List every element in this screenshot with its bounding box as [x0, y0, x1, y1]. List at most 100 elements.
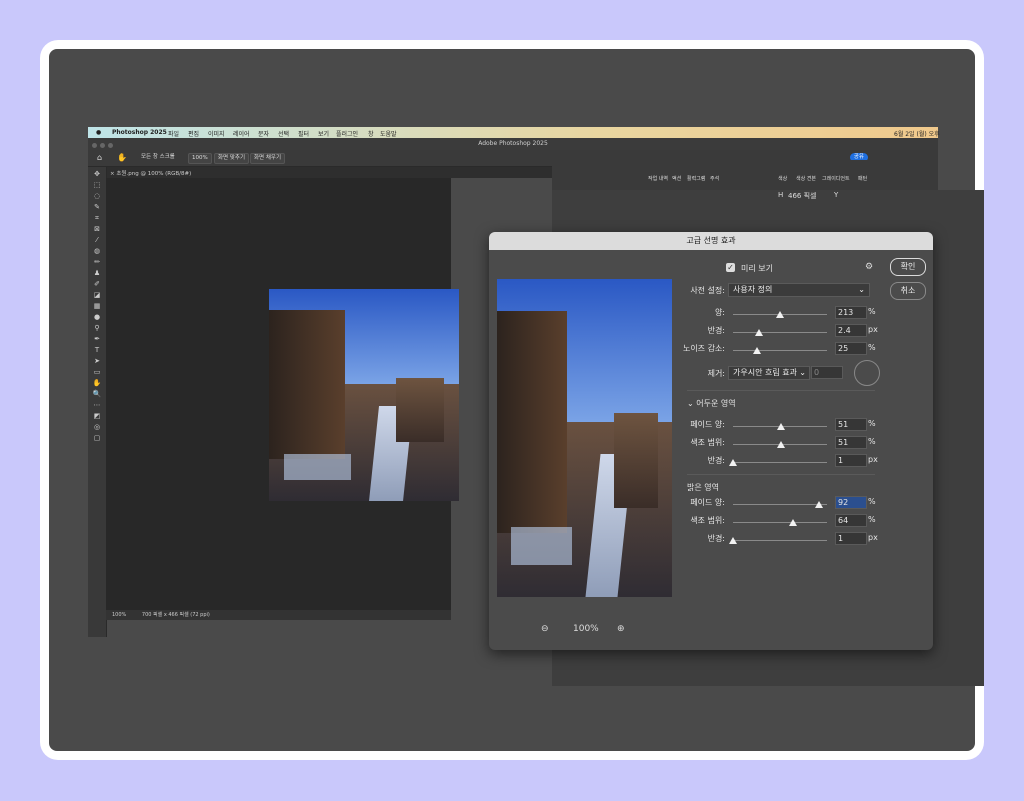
slider-thumb[interactable] — [752, 347, 761, 354]
slider-thumb[interactable] — [789, 519, 798, 526]
eraser-tool-icon[interactable]: ◪ — [92, 292, 102, 299]
preset-select[interactable]: 사용자 정의 ⌄ — [728, 283, 870, 297]
move-tool-icon[interactable]: ✥ — [92, 171, 102, 178]
highlights-fade-label: 페이드 양: — [690, 498, 725, 507]
fit-screen-button[interactable]: 화면 맞추기 — [214, 153, 250, 164]
menu-select[interactable]: 선택 — [278, 129, 289, 138]
remove-select[interactable]: 가우시안 흐림 효과 ⌄ — [728, 366, 810, 380]
shadows-radius-slider[interactable] — [729, 459, 827, 466]
remove-label: 제거: — [707, 369, 725, 378]
menu-help[interactable]: 도움말 — [380, 129, 397, 138]
hand-icon[interactable]: ✋ — [114, 153, 130, 162]
apple-icon[interactable]: ● — [96, 129, 101, 136]
tab-color[interactable]: 색상 — [778, 175, 787, 182]
status-zoom[interactable]: 100% — [112, 612, 126, 618]
menu-app[interactable]: Photoshop 2025 — [112, 129, 167, 136]
scroll-all-windows-checkbox[interactable]: 모든 창 스크롤 — [138, 153, 178, 162]
tab-gradients[interactable]: 그레이디언트 — [822, 175, 850, 182]
eyedropper-tool-icon[interactable]: ⁄ — [92, 237, 102, 244]
history-brush-icon[interactable]: ✐ — [92, 281, 102, 288]
angle-field[interactable]: 0 — [811, 366, 843, 379]
prop-h-value[interactable]: 466 픽셀 — [788, 191, 816, 201]
gradient-tool-icon[interactable]: ▦ — [92, 303, 102, 310]
stamp-tool-icon[interactable]: ♟ — [92, 270, 102, 277]
shadows-tonal-field[interactable]: 51 — [835, 436, 867, 449]
radius-field[interactable]: 2.4 — [835, 324, 867, 337]
highlights-title[interactable]: 밝은 영역 — [687, 482, 719, 493]
shadows-toggle[interactable]: ⌄ 어두운 영역 — [687, 398, 736, 409]
preview-image[interactable] — [497, 279, 672, 597]
menu-view[interactable]: 보기 — [318, 129, 329, 138]
more-tools-icon[interactable]: ⋯ — [92, 402, 102, 409]
highlights-radius-slider[interactable] — [729, 537, 827, 544]
document-tab[interactable]: × 초원.png @ 100% (RGB/8#) — [110, 169, 191, 177]
tab-history[interactable]: 작업 내역 — [648, 175, 668, 182]
highlights-tonal-slider[interactable] — [733, 519, 827, 526]
slider-thumb[interactable] — [776, 423, 785, 430]
cancel-button[interactable]: 취소 — [890, 282, 926, 300]
shape-tool-icon[interactable]: ▭ — [92, 369, 102, 376]
amount-field[interactable]: 213 — [835, 306, 867, 319]
amount-slider[interactable] — [733, 311, 827, 318]
screen-mode-icon[interactable]: ▢ — [92, 435, 102, 442]
highlights-radius-field[interactable]: 1 — [835, 532, 867, 545]
shadows-fade-field[interactable]: 51 — [835, 418, 867, 431]
canvas-area[interactable] — [106, 178, 459, 610]
hand-tool-icon[interactable]: ✋ — [92, 380, 102, 387]
menu-window[interactable]: 창 — [368, 129, 374, 138]
tab-notes[interactable]: 주석 — [710, 175, 719, 182]
preview-checkbox[interactable]: ✓ — [726, 263, 735, 272]
noise-field[interactable]: 25 — [835, 342, 867, 355]
healing-tool-icon[interactable]: ◍ — [92, 248, 102, 255]
zoom-in-icon[interactable]: ⊕ — [617, 624, 625, 634]
slider-thumb[interactable] — [776, 311, 784, 318]
crop-tool-icon[interactable]: ⌗ — [92, 215, 102, 222]
blur-tool-icon[interactable]: ● — [92, 314, 102, 321]
gear-icon[interactable]: ⚙ — [865, 262, 873, 272]
shadows-fade-unit: % — [868, 419, 876, 428]
tab-actions[interactable]: 액션 — [672, 175, 681, 182]
fill-screen-button[interactable]: 화면 채우기 — [250, 153, 286, 164]
menu-image[interactable]: 이미지 — [208, 129, 225, 138]
type-tool-icon[interactable]: T — [92, 347, 102, 354]
menu-type[interactable]: 문자 — [258, 129, 269, 138]
menu-layer[interactable]: 레이어 — [233, 129, 250, 138]
angle-dial[interactable] — [854, 360, 880, 386]
slider-thumb[interactable] — [729, 459, 737, 466]
ok-button[interactable]: 확인 — [890, 258, 926, 276]
panel-tab-strip: 작업 내역 액션 활력그램 주석 색상 색상 견본 그레이디언트 패턴 H 46… — [552, 160, 938, 200]
highlights-tonal-field[interactable]: 64 — [835, 514, 867, 527]
color-swatch-icon[interactable]: ◩ — [92, 413, 102, 420]
home-icon[interactable]: ⌂ — [94, 153, 105, 162]
menu-edit[interactable]: 편집 — [188, 129, 199, 138]
shadows-radius-field[interactable]: 1 — [835, 454, 867, 467]
menu-plugins[interactable]: 플러그인 — [336, 129, 358, 138]
dodge-tool-icon[interactable]: ⚲ — [92, 325, 102, 332]
noise-slider[interactable] — [733, 347, 827, 354]
slider-thumb[interactable] — [755, 329, 764, 336]
tab-patterns[interactable]: 패턴 — [858, 175, 867, 182]
slider-thumb[interactable] — [776, 441, 785, 448]
zoom-out-icon[interactable]: ⊖ — [541, 624, 549, 634]
highlights-fade-slider[interactable] — [733, 501, 827, 508]
quick-select-tool-icon[interactable]: ✎ — [92, 204, 102, 211]
path-select-tool-icon[interactable]: ➤ — [92, 358, 102, 365]
quick-mask-icon[interactable]: ◎ — [92, 424, 102, 431]
tab-swatches[interactable]: 색상 견본 — [796, 175, 816, 182]
radius-slider[interactable] — [733, 329, 827, 336]
menu-filter[interactable]: 필터 — [298, 129, 309, 138]
zoom-field[interactable]: 100% — [188, 153, 212, 164]
pen-tool-icon[interactable]: ✒ — [92, 336, 102, 343]
shadows-tonal-slider[interactable] — [733, 441, 827, 448]
shadows-fade-slider[interactable] — [733, 423, 827, 430]
slider-thumb[interactable] — [729, 537, 737, 544]
menu-file[interactable]: 파일 — [168, 129, 179, 138]
highlights-fade-field[interactable]: 92 — [835, 496, 867, 509]
brush-tool-icon[interactable]: ✏ — [92, 259, 102, 266]
marquee-tool-icon[interactable]: ⬚ — [92, 182, 102, 189]
tab-histogram[interactable]: 활력그램 — [687, 175, 705, 182]
lasso-tool-icon[interactable]: ◌ — [92, 193, 102, 200]
zoom-tool-icon[interactable]: 🔍 — [92, 391, 102, 398]
frame-tool-icon[interactable]: ⊠ — [92, 226, 102, 233]
slider-thumb[interactable] — [815, 501, 824, 508]
